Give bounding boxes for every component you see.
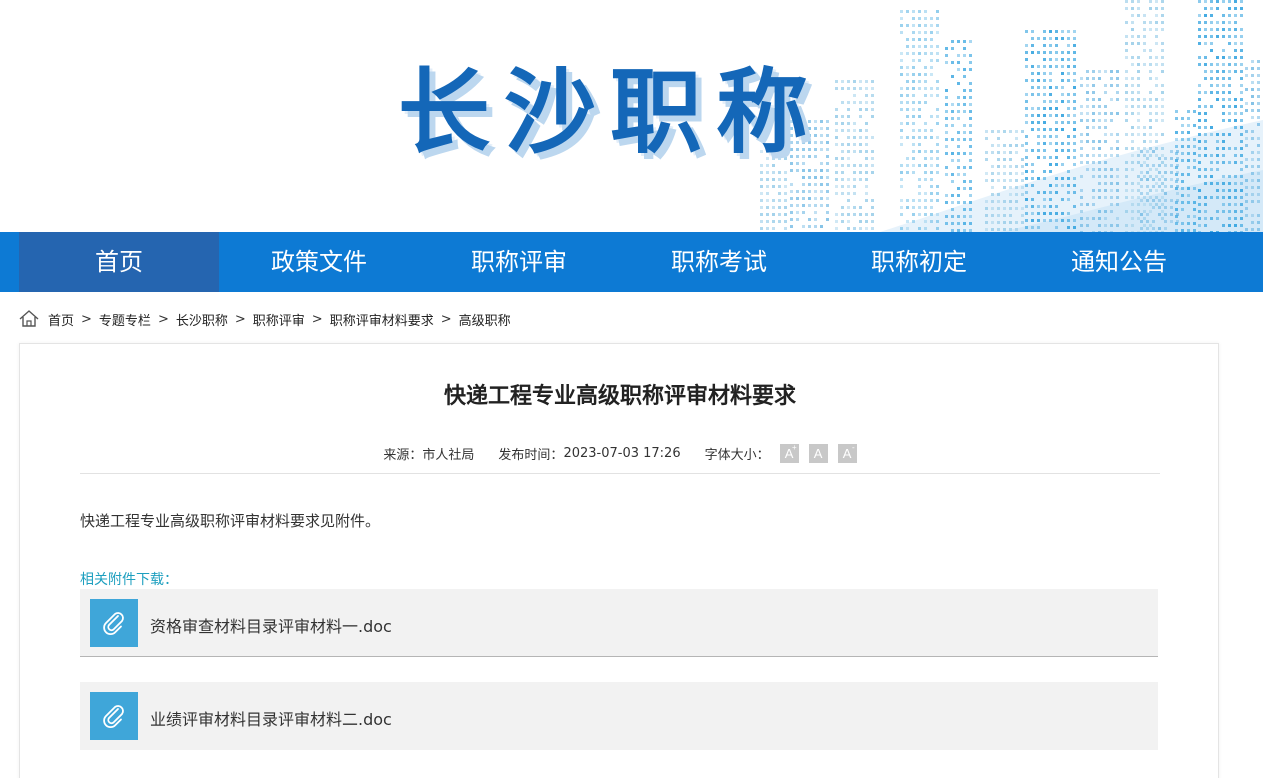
nav-item-initial[interactable]: 职称初定 <box>819 232 1019 292</box>
attachment-name[interactable]: 资格审查材料目录评审材料一.doc <box>150 613 392 637</box>
font-size-label: 字体大小： <box>705 444 770 463</box>
main-nav: 首页 政策文件 职称评审 职称考试 职称初定 通知公告 <box>0 232 1263 292</box>
breadcrumb-review[interactable]: 职称评审 <box>253 310 305 329</box>
breadcrumb-changsha-title[interactable]: 长沙职称 <box>176 310 228 329</box>
breadcrumb-home[interactable]: 首页 <box>48 310 74 329</box>
breadcrumb-topics[interactable]: 专题专栏 <box>99 310 151 329</box>
breadcrumb-senior[interactable]: 高级职称 <box>459 310 511 329</box>
font-default-button[interactable]: A <box>809 444 828 463</box>
article-intro: 快递工程专业高级职称评审材料要求见附件。 <box>80 510 380 531</box>
source-value: 市人社局 <box>422 444 474 463</box>
article-panel: 快递工程专业高级职称评审材料要求 来源： 市人社局 发布时间： 2023-07-… <box>19 343 1219 778</box>
meta-source: 来源： 市人社局 <box>383 444 474 463</box>
attachments-label: 相关附件下载： <box>80 569 178 589</box>
breadcrumb-separator: > <box>81 312 92 327</box>
breadcrumb-separator: > <box>235 312 246 327</box>
nav-item-home[interactable]: 首页 <box>19 232 219 292</box>
source-label: 来源： <box>383 444 422 463</box>
time-value: 2023-07-03 17:26 <box>563 446 680 461</box>
breadcrumb: 首页 > 专题专栏 > 长沙职称 > 职称评审 > 职称评审材料要求 > 高级职… <box>18 306 511 332</box>
site-title: 长沙职称 <box>398 58 822 168</box>
attachment-name[interactable]: 业绩评审材料目录评审材料二.doc <box>150 706 392 730</box>
time-label: 发布时间： <box>498 444 563 463</box>
breadcrumb-separator: > <box>312 312 323 327</box>
breadcrumb-separator: > <box>441 312 452 327</box>
nav-item-policy[interactable]: 政策文件 <box>219 232 419 292</box>
breadcrumb-materials[interactable]: 职称评审材料要求 <box>330 310 434 329</box>
attachment-item[interactable]: 业绩评审材料目录评审材料二.doc <box>80 682 1158 750</box>
nav-item-exam[interactable]: 职称考试 <box>619 232 819 292</box>
attachment-item[interactable]: 资格审查材料目录评审材料一.doc <box>80 589 1158 657</box>
site-banner: 长沙职称 <box>0 0 1263 232</box>
paperclip-icon <box>90 599 138 647</box>
nav-item-notices[interactable]: 通知公告 <box>1019 232 1219 292</box>
article-title: 快递工程专业高级职称评审材料要求 <box>20 378 1220 410</box>
breadcrumb-separator: > <box>158 312 169 327</box>
paperclip-icon <box>90 692 138 740</box>
meta-time: 发布时间： 2023-07-03 17:26 <box>498 444 680 463</box>
font-increase-button[interactable]: A + <box>780 444 799 463</box>
meta-font-size: 字体大小： A + A A- <box>705 444 857 463</box>
article-meta: 来源： 市人社局 发布时间： 2023-07-03 17:26 字体大小： A +… <box>80 444 1160 474</box>
font-decrease-button[interactable]: A- <box>838 444 857 463</box>
nav-item-review[interactable]: 职称评审 <box>419 232 619 292</box>
home-icon <box>18 309 40 329</box>
